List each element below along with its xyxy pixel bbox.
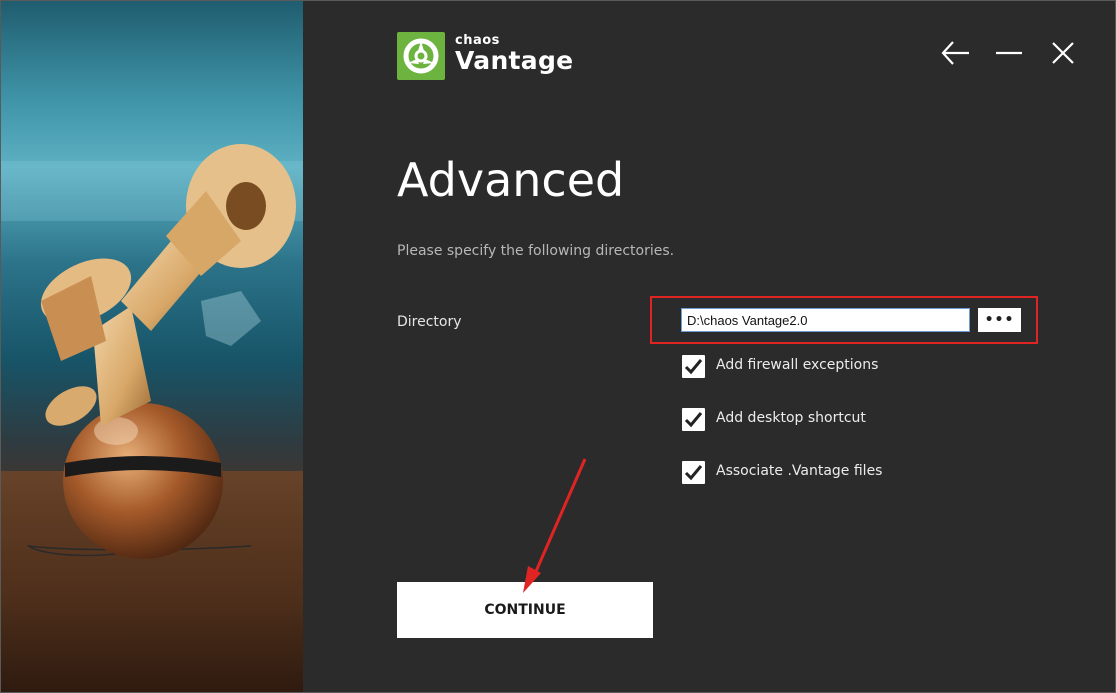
desktop-shortcut-label: Add desktop shortcut: [716, 410, 866, 426]
associate-files-checkbox[interactable]: [682, 461, 705, 484]
checkmark-icon: [684, 465, 703, 481]
installer-window: chaos Vantage Advanced Please specify th…: [0, 0, 1116, 693]
page-subtitle: Please specify the following directories…: [397, 243, 675, 259]
close-button[interactable]: [1047, 37, 1079, 69]
directory-label: Directory: [397, 314, 462, 330]
firewall-checkbox[interactable]: [682, 355, 705, 378]
vantage-logo-icon: [397, 32, 445, 80]
directory-input[interactable]: [681, 308, 970, 332]
logo-product-name: Vantage: [455, 46, 574, 75]
kendama-illustration: [1, 144, 303, 692]
minimize-button[interactable]: [993, 37, 1025, 69]
back-button[interactable]: [939, 37, 971, 69]
arrow-left-icon: [941, 41, 969, 65]
page-title: Advanced: [397, 153, 625, 207]
minimize-icon: [996, 51, 1022, 55]
checkmark-icon: [684, 412, 703, 428]
desktop-shortcut-checkbox[interactable]: [682, 408, 705, 431]
continue-button[interactable]: CONTINUE: [397, 582, 653, 638]
firewall-label: Add firewall exceptions: [716, 357, 879, 373]
close-icon: [1052, 42, 1074, 64]
associate-files-label: Associate .Vantage files: [716, 463, 883, 479]
checkmark-icon: [684, 359, 703, 375]
hero-image: [1, 1, 303, 692]
chaos-vantage-logo: chaos Vantage: [397, 32, 573, 82]
browse-button[interactable]: •••: [978, 308, 1021, 332]
